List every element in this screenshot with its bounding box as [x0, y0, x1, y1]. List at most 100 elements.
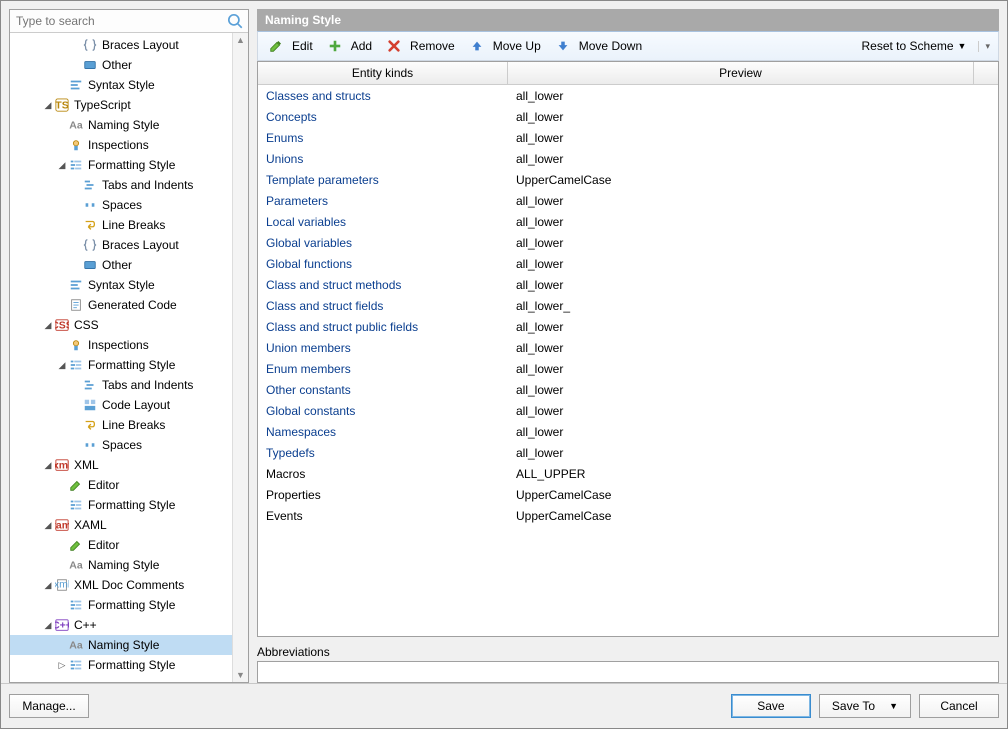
- tree-item[interactable]: Spaces: [10, 435, 248, 455]
- twisty-icon[interactable]: [70, 219, 82, 231]
- twisty-icon[interactable]: ◢: [42, 579, 54, 591]
- tree-item[interactable]: Tabs and Indents: [10, 175, 248, 195]
- cell-entity-kind[interactable]: Typedefs: [258, 444, 508, 462]
- twisty-icon[interactable]: ◢: [56, 159, 68, 171]
- tree-item[interactable]: Formatting Style: [10, 595, 248, 615]
- cell-entity-kind[interactable]: Global functions: [258, 255, 508, 273]
- edit-button[interactable]: Edit: [266, 36, 315, 56]
- cell-entity-kind[interactable]: Global variables: [258, 234, 508, 252]
- cell-entity-kind[interactable]: Class and struct methods: [258, 276, 508, 294]
- cell-entity-kind[interactable]: Local variables: [258, 213, 508, 231]
- tree-item[interactable]: AaNaming Style: [10, 555, 248, 575]
- cell-entity-kind[interactable]: Unions: [258, 150, 508, 168]
- table-row[interactable]: Unionsall_lower: [258, 148, 998, 169]
- tree-item[interactable]: Spaces: [10, 195, 248, 215]
- remove-button[interactable]: Remove: [384, 36, 457, 56]
- twisty-icon[interactable]: ◢: [42, 619, 54, 631]
- tree-item[interactable]: Braces Layout: [10, 35, 248, 55]
- twisty-icon[interactable]: [56, 539, 68, 551]
- add-button[interactable]: Add: [325, 36, 374, 56]
- save-button[interactable]: Save: [731, 694, 811, 718]
- table-row[interactable]: PropertiesUpperCamelCase: [258, 484, 998, 505]
- twisty-icon[interactable]: [70, 259, 82, 271]
- cell-entity-kind[interactable]: Macros: [258, 465, 508, 483]
- cell-entity-kind[interactable]: Class and struct fields: [258, 297, 508, 315]
- twisty-icon[interactable]: [56, 299, 68, 311]
- tree-item[interactable]: ◢Formatting Style: [10, 155, 248, 175]
- table-row[interactable]: Global constantsall_lower: [258, 400, 998, 421]
- cell-entity-kind[interactable]: Class and struct public fields: [258, 318, 508, 336]
- table-row[interactable]: EventsUpperCamelCase: [258, 505, 998, 526]
- tree-item[interactable]: Editor: [10, 535, 248, 555]
- col-entity-kinds[interactable]: Entity kinds: [258, 62, 508, 84]
- tree-item[interactable]: ◢xmlXML Doc Comments: [10, 575, 248, 595]
- tree-item[interactable]: AaNaming Style: [10, 115, 248, 135]
- table-row[interactable]: Class and struct methodsall_lower: [258, 274, 998, 295]
- twisty-icon[interactable]: [70, 59, 82, 71]
- twisty-icon[interactable]: [56, 119, 68, 131]
- manage-button[interactable]: Manage...: [9, 694, 89, 718]
- cell-entity-kind[interactable]: Global constants: [258, 402, 508, 420]
- tree-item[interactable]: Braces Layout: [10, 235, 248, 255]
- table-row[interactable]: Class and struct fieldsall_lower_: [258, 295, 998, 316]
- table-row[interactable]: Local variablesall_lower: [258, 211, 998, 232]
- tree-item[interactable]: Syntax Style: [10, 75, 248, 95]
- save-to-button[interactable]: Save To ▼: [819, 694, 911, 718]
- cell-entity-kind[interactable]: Concepts: [258, 108, 508, 126]
- table-row[interactable]: Enum membersall_lower: [258, 358, 998, 379]
- cell-entity-kind[interactable]: Properties: [258, 486, 508, 504]
- table-row[interactable]: Other constantsall_lower: [258, 379, 998, 400]
- tree-item[interactable]: ▷Formatting Style: [10, 655, 248, 675]
- move-down-button[interactable]: Move Down: [553, 36, 644, 56]
- tree-item[interactable]: Inspections: [10, 135, 248, 155]
- twisty-icon[interactable]: [70, 39, 82, 51]
- tree-item[interactable]: Other: [10, 255, 248, 275]
- twisty-icon[interactable]: [70, 239, 82, 251]
- tree-item[interactable]: ◢TSTypeScript: [10, 95, 248, 115]
- search-icon[interactable]: [226, 12, 244, 30]
- twisty-icon[interactable]: [70, 179, 82, 191]
- cell-entity-kind[interactable]: Events: [258, 507, 508, 525]
- twisty-icon[interactable]: ◢: [42, 319, 54, 331]
- tree-item[interactable]: Code Layout: [10, 395, 248, 415]
- twisty-icon[interactable]: [70, 399, 82, 411]
- col-preview[interactable]: Preview: [508, 62, 974, 84]
- cell-entity-kind[interactable]: Union members: [258, 339, 508, 357]
- twisty-icon[interactable]: [56, 499, 68, 511]
- scrollbar[interactable]: ▲ ▼: [232, 33, 248, 682]
- twisty-icon[interactable]: [56, 639, 68, 651]
- tree[interactable]: Braces LayoutOtherSyntax Style◢TSTypeScr…: [10, 33, 248, 682]
- table-row[interactable]: Classes and structsall_lower: [258, 85, 998, 106]
- table-row[interactable]: Union membersall_lower: [258, 337, 998, 358]
- tree-item[interactable]: ◢CSSCSS: [10, 315, 248, 335]
- twisty-icon[interactable]: [70, 379, 82, 391]
- table-row[interactable]: Typedefsall_lower: [258, 442, 998, 463]
- tree-item[interactable]: Generated Code: [10, 295, 248, 315]
- cell-entity-kind[interactable]: Enum members: [258, 360, 508, 378]
- tree-item[interactable]: ◢xamlXAML: [10, 515, 248, 535]
- table-row[interactable]: Class and struct public fieldsall_lower: [258, 316, 998, 337]
- tree-item[interactable]: AaNaming Style: [10, 635, 248, 655]
- twisty-icon[interactable]: ▷: [56, 659, 68, 671]
- twisty-icon[interactable]: [56, 139, 68, 151]
- tree-item[interactable]: ◢C++C++: [10, 615, 248, 635]
- table-row[interactable]: Global variablesall_lower: [258, 232, 998, 253]
- reset-to-scheme-button[interactable]: Reset to Scheme ▼: [860, 37, 969, 55]
- cell-entity-kind[interactable]: Parameters: [258, 192, 508, 210]
- cell-entity-kind[interactable]: Template parameters: [258, 171, 508, 189]
- overflow-icon[interactable]: ▾: [978, 41, 990, 52]
- table-row[interactable]: Global functionsall_lower: [258, 253, 998, 274]
- tree-item[interactable]: ◢xmlXML: [10, 455, 248, 475]
- twisty-icon[interactable]: ◢: [42, 519, 54, 531]
- twisty-icon[interactable]: [70, 199, 82, 211]
- twisty-icon[interactable]: [56, 339, 68, 351]
- twisty-icon[interactable]: ◢: [42, 459, 54, 471]
- tree-item[interactable]: Line Breaks: [10, 215, 248, 235]
- tree-item[interactable]: Syntax Style: [10, 275, 248, 295]
- table-row[interactable]: Template parametersUpperCamelCase: [258, 169, 998, 190]
- twisty-icon[interactable]: [56, 279, 68, 291]
- twisty-icon[interactable]: [56, 559, 68, 571]
- twisty-icon[interactable]: [56, 79, 68, 91]
- cell-entity-kind[interactable]: Classes and structs: [258, 87, 508, 105]
- tree-item[interactable]: Formatting Style: [10, 495, 248, 515]
